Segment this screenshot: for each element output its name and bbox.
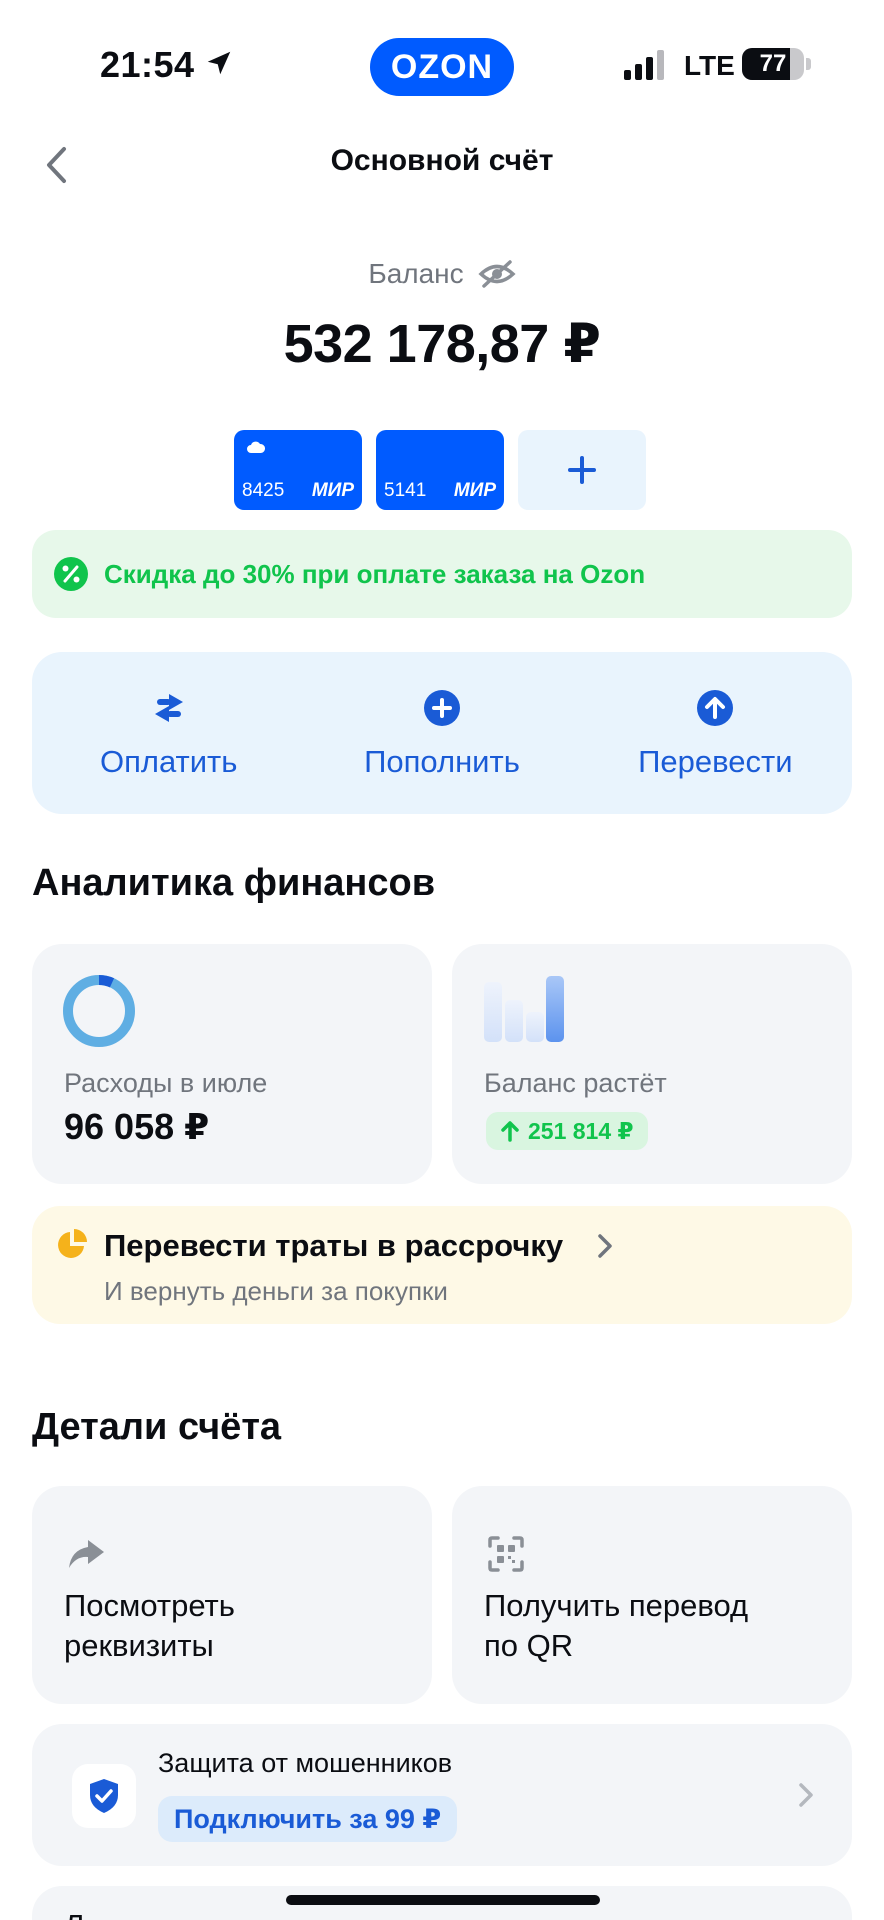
battery-level: 77 — [759, 50, 787, 77]
ozon-logo: OZON — [370, 38, 514, 96]
balance-label: Баланс — [368, 258, 464, 289]
bank-card[interactable]: 5141 МИР — [376, 430, 504, 510]
balance-label-row: Баланс — [0, 258, 884, 290]
fraud-protection-row[interactable]: Защита от мошенников Подключить за 99 ₽ — [32, 1724, 852, 1866]
connect-protection-button[interactable]: Подключить за 99 ₽ — [158, 1796, 458, 1842]
arrow-up-icon — [501, 1121, 519, 1142]
expenses-label: Расходы в июле — [64, 1068, 268, 1098]
qr-line-1: Получить перевод — [484, 1588, 749, 1623]
growth-badge: 251 814 ₽ — [486, 1112, 648, 1150]
balance-growth-tile[interactable]: Баланс растёт 251 814 ₽ — [452, 944, 852, 1184]
next-item-label: Л — [64, 1908, 84, 1920]
card-number: 8425 — [242, 480, 285, 501]
page-title: Основной счёт — [330, 144, 554, 177]
requisites-line-2: реквизиты — [64, 1628, 214, 1663]
top-up-label: Пополнить — [364, 744, 520, 779]
chevron-right-icon — [598, 1234, 612, 1258]
shield-icon — [90, 1779, 118, 1813]
growth-amount: 251 814 ₽ — [528, 1117, 634, 1144]
requisites-line-1: Посмотреть — [64, 1588, 235, 1623]
installment-title: Перевести траты в рассрочку — [104, 1228, 564, 1263]
installment-subtitle: И вернуть деньги за покупки — [104, 1276, 448, 1306]
qr-line-2: по QR — [484, 1628, 574, 1663]
installment-banner[interactable]: Перевести траты в рассрочку И вернуть де… — [32, 1206, 852, 1324]
bank-card[interactable]: 8425 МИР — [234, 430, 362, 510]
card-brand: МИР — [311, 480, 354, 501]
shield-icon-box — [72, 1764, 136, 1828]
status-bar: 21:54 OZON LTE 77 — [0, 0, 884, 130]
network-type: LTE — [684, 50, 735, 81]
transfer-label: Перевести — [638, 744, 793, 779]
arrow-up-circle-icon — [697, 690, 734, 726]
status-time: 21:54 — [100, 44, 195, 85]
qr-transfer-label: Получить перевод по QR — [484, 1586, 748, 1666]
add-card-button[interactable] — [518, 430, 646, 510]
bar-chart-icon — [484, 976, 564, 1042]
chevron-right-icon — [799, 1783, 813, 1807]
quick-actions: Оплатить Пополнить Перевести — [32, 652, 852, 814]
pay-button[interactable]: Оплатить — [32, 652, 305, 814]
transfer-button[interactable]: Перевести — [579, 652, 852, 814]
cards-row: 8425 МИР 5141 МИР — [234, 430, 646, 510]
requisites-label: Посмотреть реквизиты — [64, 1586, 235, 1666]
donut-chart-icon — [63, 974, 135, 1047]
share-arrow-icon — [69, 1540, 104, 1568]
growth-label: Баланс растёт — [484, 1068, 667, 1098]
requisites-tile[interactable]: Посмотреть реквизиты — [32, 1486, 432, 1704]
plus-circle-icon — [423, 690, 460, 726]
details-title: Детали счёта — [32, 1406, 282, 1448]
battery-icon: 77 — [742, 48, 804, 80]
percent-badge-icon — [54, 557, 88, 591]
analytics-title: Аналитика финансов — [32, 862, 436, 904]
top-up-button[interactable]: Пополнить — [305, 652, 578, 814]
card-brand: МИР — [453, 480, 496, 501]
eye-hidden-icon[interactable] — [478, 259, 516, 289]
balance-amount: 532 178,87 ₽ — [283, 314, 601, 374]
card-number: 5141 — [384, 480, 427, 501]
discount-banner[interactable]: Скидка до 30% при оплате заказа на Ozon — [32, 530, 852, 618]
fraud-title: Защита от мошенников — [158, 1748, 453, 1778]
expenses-tile[interactable]: Расходы в июле 96 058 ₽ — [32, 944, 432, 1184]
discount-text: Скидка до 30% при оплате заказа на Ozon — [104, 558, 646, 589]
pay-label: Оплатить — [99, 744, 238, 779]
qr-scan-icon — [488, 1536, 524, 1572]
pie-chart-icon — [58, 1229, 87, 1258]
location-arrow-icon — [207, 51, 231, 75]
home-indicator[interactable] — [286, 1895, 600, 1905]
expenses-value: 96 058 ₽ — [64, 1106, 210, 1147]
qr-transfer-tile[interactable]: Получить перевод по QR — [452, 1486, 852, 1704]
cloud-icon — [247, 441, 266, 453]
swap-arrows-icon — [154, 694, 183, 722]
plus-icon — [568, 456, 596, 484]
battery-tip — [806, 58, 811, 70]
signal-bars-icon — [624, 50, 664, 80]
